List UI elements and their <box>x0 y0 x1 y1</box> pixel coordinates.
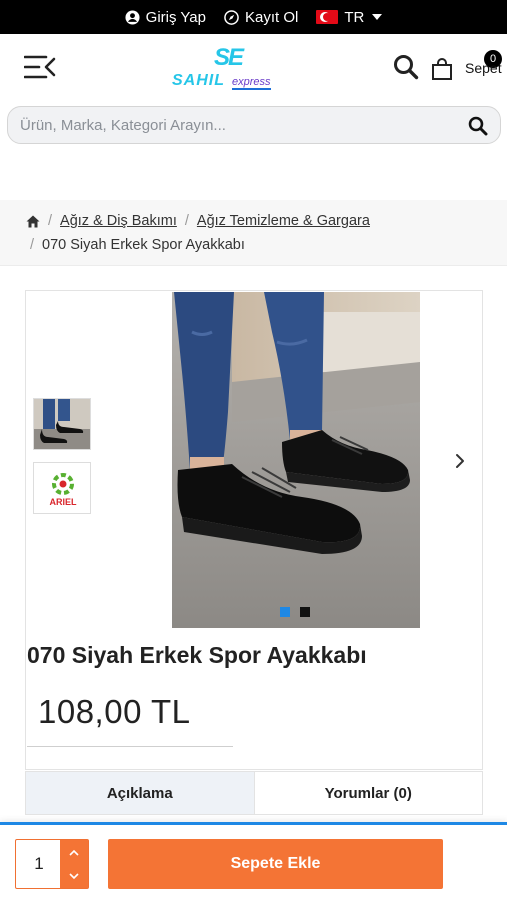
product-tabs: Açıklama Yorumlar (0) <box>25 771 483 815</box>
quantity-input[interactable] <box>17 841 61 887</box>
site-header: SE SAHIL express 0 Sepet <box>0 34 507 102</box>
breadcrumb: / Ağız & Diş Bakımı / Ağız Temizleme & G… <box>0 200 507 266</box>
slider-dot[interactable] <box>300 607 310 617</box>
product-card: ARIEL 070 Siyah Erkek Spor Ayakkabı 108,… <box>25 290 483 770</box>
logo-sahil: SAHIL <box>172 72 225 89</box>
top-bar: Giriş Yap Kayıt Ol TR <box>0 0 507 34</box>
user-circle-icon <box>125 9 140 25</box>
breadcrumb-separator: / <box>184 213 189 229</box>
turkey-flag-icon <box>316 10 339 24</box>
breadcrumb-separator: / <box>30 237 35 253</box>
quantity-increase-button[interactable] <box>60 840 88 864</box>
product-photo <box>172 292 420 628</box>
chevron-up-icon <box>69 849 79 856</box>
slider-dot-active[interactable] <box>280 607 290 617</box>
quantity-stepper-buttons <box>60 840 88 888</box>
svg-text:ARIEL: ARIEL <box>50 497 78 507</box>
caret-down-icon <box>372 14 383 20</box>
shopping-bag-icon[interactable] <box>430 57 454 81</box>
search-icon[interactable] <box>393 54 419 80</box>
chevron-down-icon <box>69 872 79 879</box>
quantity-decrease-button[interactable] <box>60 864 88 888</box>
next-image-arrow-icon[interactable] <box>452 453 468 469</box>
search-bar <box>7 106 501 144</box>
product-main-image[interactable] <box>172 292 420 628</box>
register-label: Kayıt Ol <box>244 8 299 26</box>
language-label: TR <box>344 8 365 26</box>
product-title: 070 Siyah Erkek Spor Ayakkabı <box>27 642 367 668</box>
home-icon[interactable] <box>26 215 40 228</box>
image-slider-dots <box>280 607 310 617</box>
search-input[interactable] <box>20 107 460 143</box>
register-link[interactable]: Kayıt Ol <box>224 9 298 26</box>
breadcrumb-item-oral-care[interactable]: Ağız & Diş Bakımı <box>60 213 177 229</box>
tab-description[interactable]: Açıklama <box>26 772 255 814</box>
price-divider <box>27 746 233 747</box>
ariel-logo-thumbnail[interactable]: ARIEL <box>33 462 91 514</box>
login-label: Giriş Yap <box>145 8 206 26</box>
breadcrumb-current: 070 Siyah Erkek Spor Ayakkabı <box>42 237 245 253</box>
shoe-photo-thumbnail[interactable] <box>33 398 91 450</box>
breadcrumb-item-mouth-cleaning[interactable]: Ağız Temizleme & Gargara <box>197 213 370 229</box>
menu-collapse-icon[interactable] <box>24 54 56 80</box>
login-link[interactable]: Giriş Yap <box>125 9 206 26</box>
search-submit-icon[interactable] <box>468 116 488 136</box>
quantity-stepper <box>15 839 89 889</box>
logo-express: express <box>232 76 271 90</box>
add-to-cart-button[interactable]: Sepete Ekle <box>108 839 443 889</box>
shoe-thumbnail-image <box>34 399 90 449</box>
ariel-logo-image: ARIEL <box>34 463 90 513</box>
site-logo[interactable]: SE SAHIL express <box>172 44 276 94</box>
logo-mark: SE <box>214 44 244 71</box>
purchase-bar: Sepete Ekle <box>0 822 507 900</box>
compass-icon <box>224 9 239 25</box>
tab-reviews[interactable]: Yorumlar (0) <box>255 772 483 814</box>
language-selector[interactable]: TR <box>316 8 383 26</box>
product-price: 108,00 TL <box>38 693 191 730</box>
breadcrumb-separator: / <box>48 213 53 229</box>
cart-label[interactable]: Sepet <box>465 60 502 76</box>
